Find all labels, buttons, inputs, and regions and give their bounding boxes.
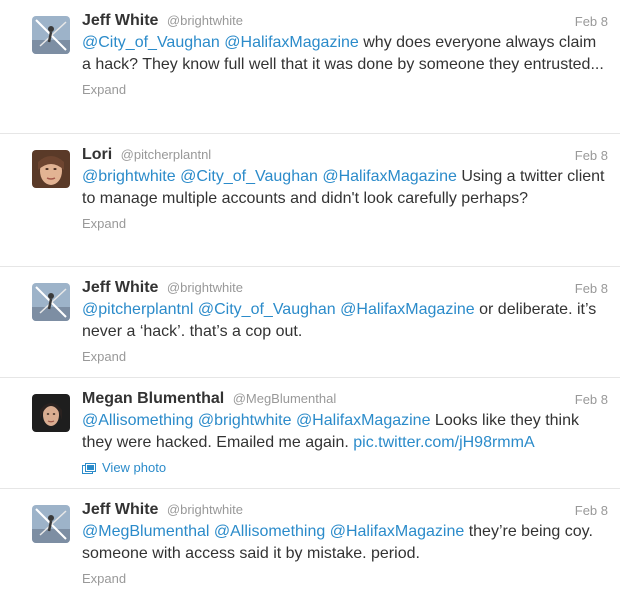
tweet-timestamp[interactable]: Feb 8 (575, 14, 608, 29)
mention-link[interactable]: @City_of_Vaughan (82, 34, 220, 51)
mention-link[interactable]: @HalifaxMagazine (224, 34, 359, 51)
author-username[interactable]: @brightwhite (167, 13, 243, 28)
author-fullname[interactable]: Jeff White (82, 501, 158, 518)
author-username[interactable]: @MegBlumenthal (233, 391, 337, 406)
woman-portrait-avatar-icon[interactable] (32, 150, 70, 188)
gymnast-avatar-icon[interactable] (32, 505, 70, 543)
gymnast-avatar-icon[interactable] (32, 16, 70, 54)
tweet-text: @brightwhite @City_of_Vaughan @HalifaxMa… (82, 166, 608, 210)
tweet-timestamp[interactable]: Feb 8 (575, 503, 608, 518)
mention-link[interactable]: @HalifaxMagazine (296, 412, 431, 429)
mention-link[interactable]: @HalifaxMagazine (330, 523, 465, 540)
expand-link[interactable]: Expand (82, 349, 126, 364)
woman-dark-hair-avatar-icon[interactable] (32, 394, 70, 432)
photo-link[interactable]: pic.twitter.com/jH98rmmA (353, 434, 534, 451)
tweet-timeline: Jeff White @brightwhite Feb 8 @City_of_V… (0, 0, 620, 598)
author-username[interactable]: @brightwhite (167, 502, 243, 517)
author-fullname[interactable]: Jeff White (82, 279, 158, 296)
mention-link[interactable]: @City_of_Vaughan (180, 168, 318, 185)
mention-link[interactable]: @Allisomething (214, 523, 325, 540)
tweet-text: @pitcherplantnl @City_of_Vaughan @Halifa… (82, 299, 608, 343)
tweet[interactable]: Jeff White @brightwhite Feb 8 @City_of_V… (0, 0, 620, 134)
expand-link[interactable]: Expand (82, 571, 126, 586)
tweet-timestamp[interactable]: Feb 8 (575, 281, 608, 296)
view-photo-link[interactable]: View photo (82, 460, 166, 475)
tweet-header: Lori @pitcherplantnl (82, 144, 608, 166)
expand-link[interactable]: Expand (82, 82, 126, 97)
tweet[interactable]: Lori @pitcherplantnl Feb 8 @brightwhite … (0, 134, 620, 267)
author-fullname[interactable]: Megan Blumenthal (82, 390, 224, 407)
mention-link[interactable]: @City_of_Vaughan (198, 301, 336, 318)
tweet-text: @Allisomething @brightwhite @HalifaxMaga… (82, 410, 608, 454)
tweet-header: Jeff White @brightwhite (82, 10, 608, 32)
mention-link[interactable]: @brightwhite (198, 412, 292, 429)
tweet-text: @City_of_Vaughan @HalifaxMagazine why do… (82, 32, 608, 76)
author-fullname[interactable]: Jeff White (82, 12, 158, 29)
mention-link[interactable]: @Allisomething (82, 412, 193, 429)
tweet-timestamp[interactable]: Feb 8 (575, 392, 608, 407)
mention-link[interactable]: @pitcherplantnl (82, 301, 193, 318)
tweet[interactable]: Megan Blumenthal @MegBlumenthal Feb 8 @A… (0, 378, 620, 489)
expand-link[interactable]: Expand (82, 216, 126, 231)
author-username[interactable]: @pitcherplantnl (121, 147, 212, 162)
tweet-text: @MegBlumenthal @Allisomething @HalifaxMa… (82, 521, 608, 565)
tweet[interactable]: Jeff White @brightwhite Feb 8 @pitcherpl… (0, 267, 620, 378)
author-username[interactable]: @brightwhite (167, 280, 243, 295)
author-fullname[interactable]: Lori (82, 146, 112, 163)
gymnast-avatar-icon[interactable] (32, 283, 70, 321)
mention-link[interactable]: @MegBlumenthal (82, 523, 209, 540)
tweet[interactable]: Jeff White @brightwhite Feb 8 @MegBlumen… (0, 489, 620, 598)
tweet-timestamp[interactable]: Feb 8 (575, 148, 608, 163)
tweet-header: Megan Blumenthal @MegBlumenthal (82, 388, 608, 410)
tweet-header: Jeff White @brightwhite (82, 499, 608, 521)
photo-icon (82, 462, 96, 474)
tweet-header: Jeff White @brightwhite (82, 277, 608, 299)
view-photo-label: View photo (102, 460, 167, 475)
mention-link[interactable]: @brightwhite (82, 168, 176, 185)
mention-link[interactable]: @HalifaxMagazine (340, 301, 475, 318)
mention-link[interactable]: @HalifaxMagazine (322, 168, 457, 185)
